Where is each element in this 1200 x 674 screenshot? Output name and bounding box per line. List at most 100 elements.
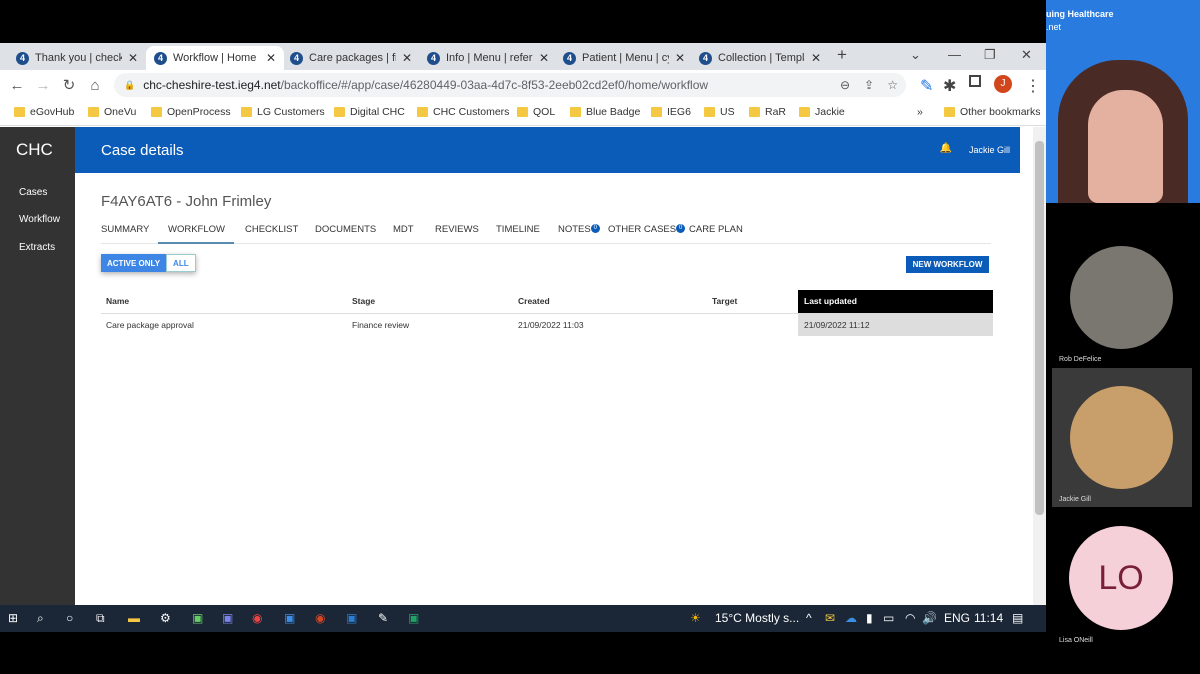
column-header-last-updated[interactable]: Last updated xyxy=(798,290,993,313)
browser-tab[interactable]: 4 Patient | Menu | cy ✕ xyxy=(555,46,693,70)
column-header-name[interactable]: Name xyxy=(106,290,129,313)
tab-timeline[interactable]: TIMELINE xyxy=(496,224,540,235)
powerpoint-icon[interactable]: ◉ xyxy=(315,611,325,625)
more-bookmarks-icon[interactable]: » xyxy=(917,106,923,118)
sidebar-item-cases[interactable]: Cases xyxy=(19,187,47,198)
bookmark-item[interactable]: QOL xyxy=(517,106,555,118)
browser-tab[interactable]: 4 Care packages | fin ✕ xyxy=(282,46,420,70)
language-indicator[interactable]: ENG xyxy=(944,611,970,625)
restore-icon[interactable]: ❐ xyxy=(984,47,996,63)
column-header-target[interactable]: Target xyxy=(712,290,737,313)
scrollbar-thumb[interactable] xyxy=(1035,141,1044,515)
notifications-icon[interactable]: ▤ xyxy=(1012,611,1023,625)
tab-reviews[interactable]: REVIEWS xyxy=(435,224,479,235)
browser-tab[interactable]: 4 Info | Menu | referr ✕ xyxy=(419,46,557,70)
app-icon[interactable]: ▣ xyxy=(192,611,203,625)
video-tile: Rob DeFelice xyxy=(1052,232,1192,367)
bell-icon[interactable]: 🔔 xyxy=(940,143,952,154)
close-icon[interactable]: ✕ xyxy=(128,51,138,65)
browser-tab[interactable]: 4 Thank you | checkli ✕ xyxy=(8,46,146,70)
tab-workflow[interactable]: WORKFLOW xyxy=(168,224,225,235)
browser-tab-active[interactable]: 4 Workflow | Home | ✕ xyxy=(146,46,284,70)
bookmark-item[interactable]: Jackie xyxy=(799,106,845,118)
close-icon[interactable]: ✕ xyxy=(675,51,685,65)
task-view-icon[interactable]: ⧉ xyxy=(96,611,105,626)
bookmark-item[interactable]: US xyxy=(704,106,735,118)
tab-summary[interactable]: SUMMARY xyxy=(101,224,149,235)
mail-icon[interactable]: ✉ xyxy=(825,611,835,625)
app-icon[interactable]: ⚙ xyxy=(160,611,171,625)
file-explorer-icon[interactable]: ▬ xyxy=(128,611,140,625)
search-icon[interactable]: ⌕ xyxy=(37,611,44,626)
bookmark-item[interactable]: OpenProcess xyxy=(151,106,231,118)
new-tab-icon[interactable]: + xyxy=(837,45,847,65)
tab-other-cases[interactable]: OTHER CASES 0 xyxy=(608,224,686,235)
windows-start-icon[interactable]: ⊞ xyxy=(8,611,18,625)
bookmark-item[interactable]: OneVu xyxy=(88,106,136,118)
weather-text[interactable]: 15°C Mostly s... xyxy=(715,611,799,625)
cortana-icon[interactable]: ○ xyxy=(66,611,73,625)
tab-mdt[interactable]: MDT xyxy=(393,224,414,235)
minimize-icon[interactable]: — xyxy=(948,47,961,62)
reload-icon[interactable]: ↻ xyxy=(56,76,82,94)
column-header-stage[interactable]: Stage xyxy=(352,290,375,313)
browser-tab[interactable]: 4 Collection | Templa ✕ xyxy=(691,46,829,70)
close-icon[interactable]: ✕ xyxy=(402,51,412,65)
menu-icon[interactable]: ⋮ xyxy=(1025,76,1041,96)
profile-avatar[interactable]: J xyxy=(994,75,1012,93)
chrome-icon[interactable]: ◉ xyxy=(252,611,262,625)
bookmark-item[interactable]: Digital CHC xyxy=(334,106,405,118)
active-only-button[interactable]: ACTIVE ONLY xyxy=(101,254,167,272)
user-name[interactable]: Jackie Gill xyxy=(969,145,1010,155)
battery-icon[interactable]: ▭ xyxy=(883,611,894,625)
teams-icon[interactable]: ▣ xyxy=(222,611,233,625)
excel-icon[interactable]: ▣ xyxy=(408,611,419,625)
chevron-up-icon[interactable]: ^ xyxy=(806,611,812,625)
outlook-icon[interactable]: ▣ xyxy=(284,611,295,625)
forward-icon[interactable]: → xyxy=(30,77,56,94)
puzzle-icon[interactable]: ✱ xyxy=(943,76,956,96)
app-icon[interactable]: ✎ xyxy=(378,611,388,625)
tab-notes[interactable]: NOTES 0 xyxy=(558,224,600,235)
bookmark-item[interactable]: IEG6 xyxy=(651,106,691,118)
bookmark-item[interactable]: CHC Customers xyxy=(417,106,509,118)
site-favicon: 4 xyxy=(699,51,712,65)
tab-documents[interactable]: DOCUMENTS xyxy=(315,224,376,235)
side-panel-icon[interactable] xyxy=(969,75,981,87)
sidebar-item-workflow[interactable]: Workflow xyxy=(19,214,60,225)
onedrive-icon[interactable]: ☁ xyxy=(845,611,857,625)
close-icon[interactable]: ✕ xyxy=(266,51,276,65)
all-button[interactable]: ALL xyxy=(166,254,196,272)
wifi-icon[interactable]: ◠ xyxy=(905,611,915,625)
home-icon[interactable]: ⌂ xyxy=(82,77,108,94)
bookmark-item[interactable]: RaR xyxy=(749,106,786,118)
tab-search-icon[interactable]: ⌄ xyxy=(910,47,921,63)
tab-checklist[interactable]: CHECKLIST xyxy=(245,224,298,235)
close-icon[interactable]: ✕ xyxy=(811,51,821,65)
tab-title: Workflow | Home | xyxy=(173,52,260,64)
usb-icon[interactable]: ▮ xyxy=(866,611,873,625)
tab-care-plan[interactable]: CARE PLAN xyxy=(689,224,743,235)
browser-window: 4 Thank you | checkli ✕ 4 Workflow | Home |… xyxy=(0,43,1046,605)
zoom-icon[interactable]: ⊖ xyxy=(840,78,850,92)
bookmark-star-icon[interactable]: ☆ xyxy=(887,78,898,92)
close-window-icon[interactable]: ✕ xyxy=(1021,47,1032,63)
close-icon[interactable]: ✕ xyxy=(539,51,549,65)
other-bookmarks[interactable]: Other bookmarks xyxy=(944,106,1041,118)
tab-strip: 4 Thank you | checkli ✕ 4 Workflow | Home |… xyxy=(0,43,1046,70)
bookmark-item[interactable]: eGovHub xyxy=(14,106,74,118)
cell-created: 21/09/2022 11:03 xyxy=(518,320,584,330)
column-header-created[interactable]: Created xyxy=(518,290,550,313)
folder-icon xyxy=(334,107,345,117)
back-icon[interactable]: ← xyxy=(4,77,30,94)
sidebar-item-extracts[interactable]: Extracts xyxy=(19,242,55,253)
share-icon[interactable]: ⇪ xyxy=(864,78,874,92)
bookmark-item[interactable]: Blue Badge xyxy=(570,106,640,118)
bookmark-item[interactable]: LG Customers xyxy=(241,106,325,118)
new-workflow-button[interactable]: NEW WORKFLOW xyxy=(906,256,989,273)
volume-icon[interactable]: 🔊 xyxy=(922,611,937,625)
address-bar[interactable]: 🔒 chc-cheshire-test.ieg4.net/backoffice/… xyxy=(114,73,906,97)
extension-icon[interactable]: ✎ xyxy=(920,76,933,96)
clock[interactable]: 11:14 xyxy=(974,611,1003,625)
word-icon[interactable]: ▣ xyxy=(346,611,357,625)
